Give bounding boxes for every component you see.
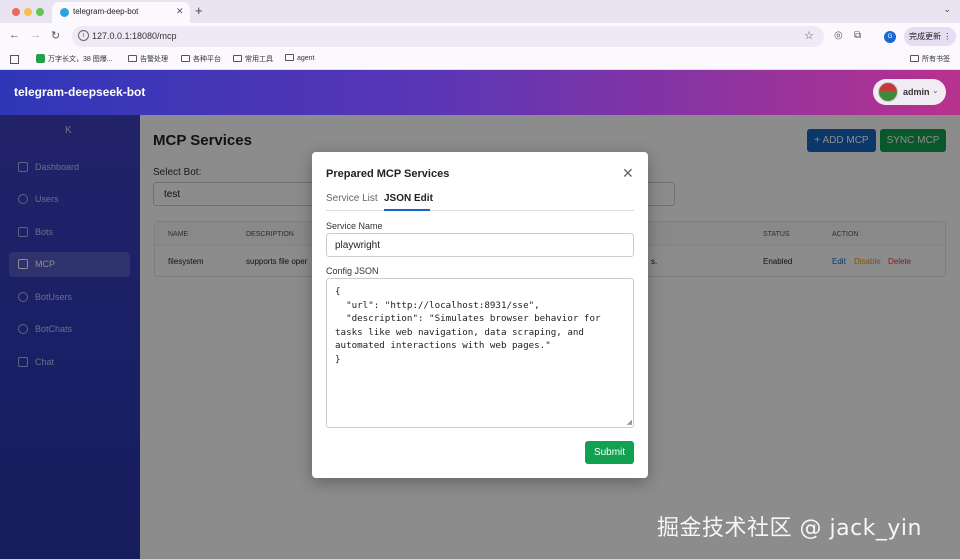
prepared-mcp-modal: Prepared MCP Services ✕ Service List JSO… [312,152,648,478]
watermark: 掘金技术社区 @ jack_yin [657,516,922,541]
folder-icon [285,54,294,61]
modal-title: Prepared MCP Services [326,168,450,180]
service-name-input[interactable]: playwright [326,233,634,257]
bookmark-label: 告警处理 [140,56,168,63]
resize-handle-icon[interactable]: ◢ [627,418,632,426]
address-bar[interactable]: i 127.0.0.1:18080/mcp ☆ [72,26,824,47]
bookmarks-bar: 万字长文，38 图爆... 告警处理 各种平台 常用工具 agent 所有书签 [0,50,960,70]
bookmark-folder[interactable]: 各种平台 [181,54,221,64]
close-icon[interactable]: ✕ [622,165,634,182]
bookmark-label: agent [297,55,315,62]
forward-arrow-icon[interactable]: → [30,29,41,41]
browser-toolbar: ← → ↻ i 127.0.0.1:18080/mcp ☆ ◎ ⧉ G 完成更新… [0,23,960,50]
bookmark-folder[interactable]: 常用工具 [233,54,273,64]
bookmark-label: 各种平台 [193,56,221,63]
config-json-value: { "url": "http://localhost:8931/sse", "d… [335,286,601,365]
tab-close-icon[interactable]: ✕ [176,6,184,17]
profile-avatar[interactable]: G [884,31,896,43]
bookmark-star-icon[interactable]: ☆ [804,29,814,42]
reload-icon[interactable]: ↻ [51,29,60,42]
update-label: 完成更新 [909,32,941,41]
config-json-label: Config JSON [326,266,379,276]
folder-icon [910,55,919,62]
app-title: telegram-deepseek-bot [14,85,146,99]
apps-grid-icon[interactable] [10,55,19,64]
browser-tabbar: telegram-deep-bot ✕ + ⌄ [0,0,960,23]
update-button[interactable]: 完成更新 ⋮ [904,27,956,46]
user-menu-button[interactable]: admin ⌄ [873,79,946,105]
service-name-value: playwright [335,240,381,251]
service-name-label: Service Name [326,221,383,231]
window-minimize-button[interactable] [24,8,32,16]
tab-search-chevron-icon[interactable]: ⌄ [943,4,951,15]
chevron-down-icon: ⌄ [932,86,939,95]
tab-json-edit[interactable]: JSON Edit [384,193,433,204]
folder-icon [128,55,137,62]
app-header: telegram-deepseek-bot admin ⌄ [0,70,960,115]
window-close-button[interactable] [12,8,20,16]
bookmark-item[interactable]: 万字长文，38 图爆... [36,54,113,64]
submit-button[interactable]: Submit [585,441,634,464]
bookmark-label: 所有书签 [922,56,950,63]
tab-title: telegram-deep-bot [73,7,139,16]
folder-icon [181,55,190,62]
bookmark-favicon-icon [36,54,45,63]
bookmark-label: 万字长文，38 图爆... [48,56,113,63]
window-zoom-button[interactable] [36,8,44,16]
bookmark-folder[interactable]: 告警处理 [128,54,168,64]
extensions-puzzle-icon[interactable]: ⧉ [854,30,861,41]
new-tab-button[interactable]: + [195,3,203,18]
site-info-icon[interactable]: i [78,30,89,41]
tab-favicon-icon [60,8,69,17]
active-tab-indicator [384,209,430,211]
bookmark-folder[interactable]: agent [285,54,315,62]
extension-record-icon[interactable]: ◎ [834,30,843,41]
tab-service-list[interactable]: Service List [326,193,378,204]
folder-icon [233,55,242,62]
tabs-divider [326,210,634,211]
browser-tab[interactable]: telegram-deep-bot ✕ [52,2,190,23]
user-avatar [878,82,898,102]
config-json-textarea[interactable]: { "url": "http://localhost:8931/sse", "d… [326,278,634,428]
back-arrow-icon[interactable]: ← [9,29,20,41]
user-name: admin [903,87,930,97]
bookmark-label: 常用工具 [245,56,273,63]
all-bookmarks-folder[interactable]: 所有书签 [910,54,950,64]
address-url: 127.0.0.1:18080/mcp [92,31,177,41]
